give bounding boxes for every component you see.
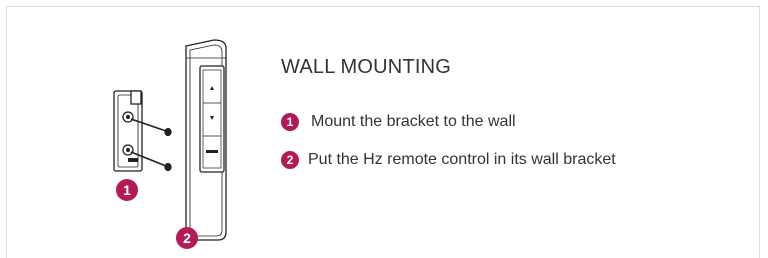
section-title: WALL MOUNTING: [281, 56, 452, 78]
callout-badge-2: 2: [176, 227, 198, 249]
wall-mount-illustration: [113, 39, 227, 241]
callout-badge-1: 1: [116, 179, 138, 201]
step-item: 2 Put the Hz remote control in its wall …: [281, 151, 616, 169]
step-text: Put the Hz remote control in its wall br…: [308, 151, 616, 168]
step-text: Mount the bracket to the wall: [311, 113, 516, 130]
step-item: 1 Mount the bracket to the wall: [281, 113, 516, 131]
step-number-badge: 1: [281, 113, 299, 131]
remote-control-illustration: [185, 39, 227, 241]
step-number-badge: 2: [281, 151, 299, 169]
wall-bracket-illustration: [113, 90, 172, 172]
